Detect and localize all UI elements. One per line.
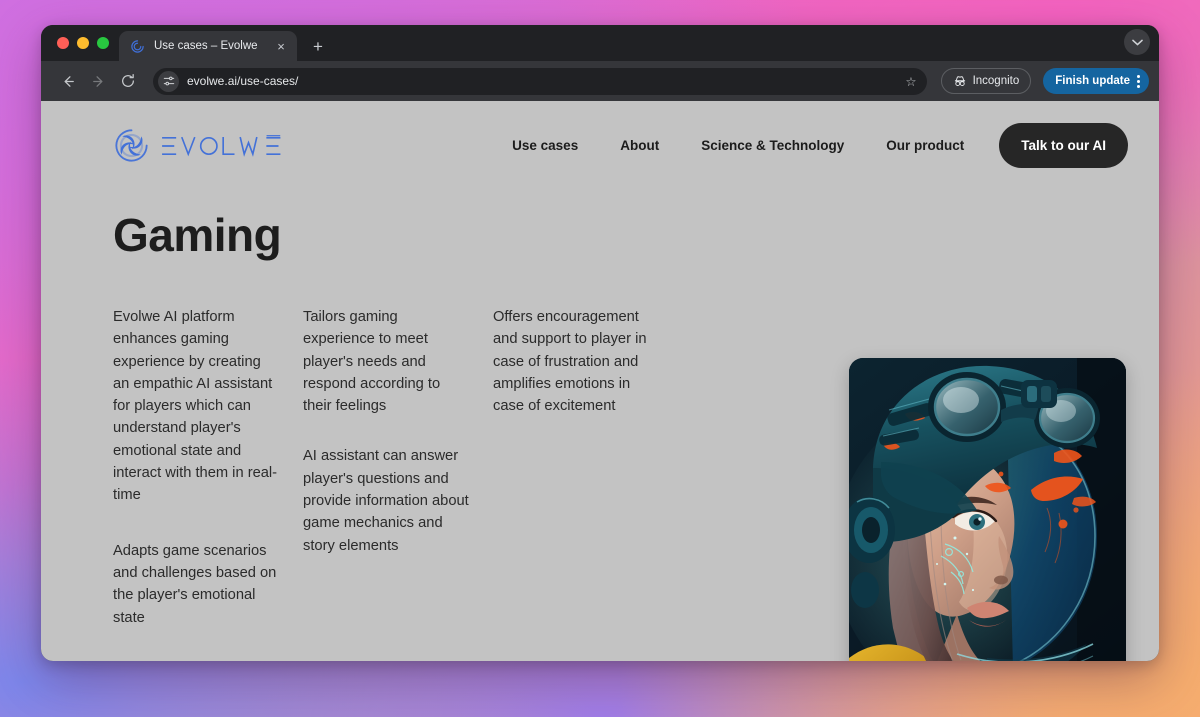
tab-title: Use cases – Evolwe (154, 40, 258, 52)
reload-icon (122, 73, 134, 87)
evolwe-wordmark (162, 134, 281, 157)
site-logo[interactable] (113, 127, 304, 164)
feature-paragraph: Offers encouragement and support to play… (493, 309, 647, 415)
incognito-icon (954, 76, 965, 86)
feature-column-2: Tailors gaming experience to meet player… (303, 306, 493, 629)
site-header: Use cases About Science & Technology Our… (41, 101, 1159, 168)
minimize-window-button[interactable] (77, 37, 89, 49)
maximize-window-button[interactable] (97, 37, 109, 49)
reload-button[interactable] (115, 68, 141, 94)
incognito-label: Incognito (972, 75, 1020, 87)
talk-to-our-ai-button[interactable]: Talk to our AI (999, 123, 1128, 168)
browser-toolbar: evolwe.ai/use-cases/ ☆ Incognito Finish … (41, 61, 1159, 101)
site-settings-tune-icon[interactable] (158, 70, 179, 92)
bookmark-star-icon[interactable]: ☆ (905, 74, 916, 89)
new-tab-button[interactable]: + (305, 33, 331, 59)
evolwe-swirl-icon (131, 39, 144, 53)
feature-paragraph: Adapts game scenarios and challenges bas… (113, 542, 277, 626)
tab-strip: Use cases – Evolwe × + (41, 25, 1159, 61)
arrow-left-icon (64, 75, 74, 87)
url-text: evolwe.ai/use-cases/ (187, 74, 299, 88)
nav-item-use-cases[interactable]: Use cases (491, 138, 599, 153)
nav-item-science-technology[interactable]: Science & Technology (680, 138, 865, 153)
feature-paragraph: Tailors gaming experience to meet player… (303, 309, 441, 415)
web-page-content: Use cases About Science & Technology Our… (41, 101, 1159, 661)
back-button[interactable] (55, 68, 81, 94)
browser-tab[interactable]: Use cases – Evolwe × (119, 31, 297, 61)
hero-image (849, 358, 1126, 661)
nav-item-about[interactable]: About (599, 138, 680, 153)
forward-button[interactable] (85, 68, 111, 94)
evolwe-spiral-mark-icon (115, 129, 148, 162)
sci-fi-portrait-illustration (849, 358, 1126, 661)
site-nav: Use cases About Science & Technology Our… (491, 123, 1128, 168)
chevron-down-icon (1131, 39, 1143, 45)
window-controls (53, 25, 119, 61)
feature-column-3: Offers encouragement and support to play… (493, 306, 683, 629)
nav-item-our-product[interactable]: Our product (865, 138, 985, 153)
page-title: Gaming (113, 209, 282, 261)
sliders-icon (163, 76, 174, 86)
feature-column-1: Evolwe AI platform enhances gaming exper… (113, 306, 303, 629)
close-tab-icon[interactable]: × (273, 38, 289, 54)
feature-paragraph: AI assistant can answer player's questio… (303, 448, 469, 554)
finish-update-label: Finish update (1055, 75, 1130, 87)
finish-update-button[interactable]: Finish update (1043, 68, 1149, 94)
close-window-button[interactable] (57, 37, 69, 49)
arrow-right-icon (92, 75, 102, 87)
tab-search-chevron-down-icon[interactable] (1124, 29, 1150, 55)
chrome-menu-kebab-icon[interactable] (1137, 74, 1140, 88)
browser-window: Use cases – Evolwe × + evolwe.ai/use-cas… (41, 25, 1159, 661)
incognito-indicator[interactable]: Incognito (940, 68, 1032, 94)
address-bar[interactable]: evolwe.ai/use-cases/ ☆ (153, 67, 927, 95)
feature-paragraph: Evolwe AI platform enhances gaming exper… (113, 309, 278, 504)
